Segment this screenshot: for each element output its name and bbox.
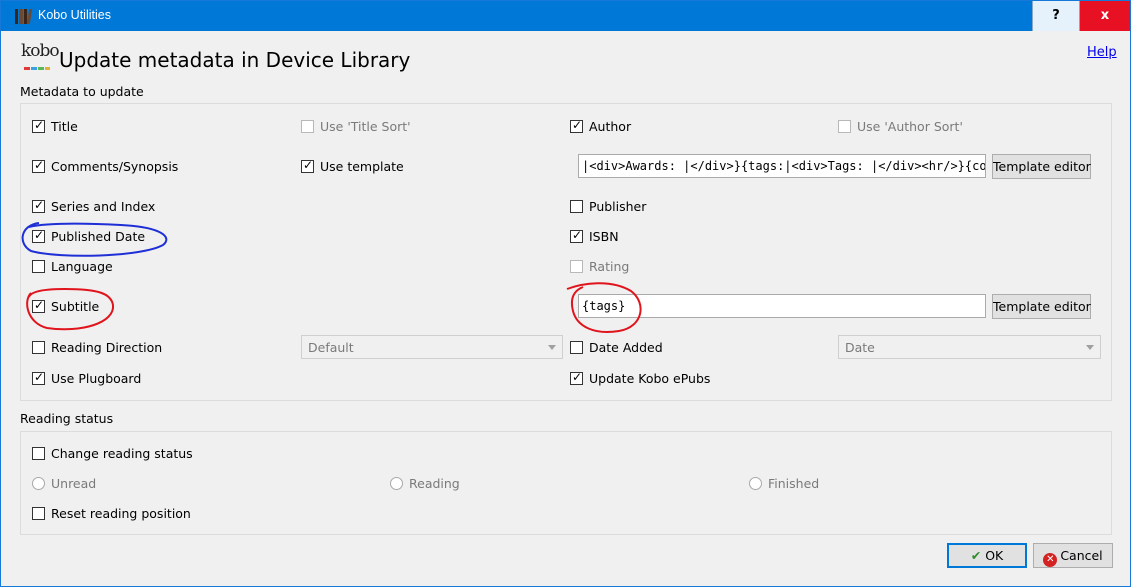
use-title-sort-checkbox[interactable]: Use 'Title Sort' (301, 118, 411, 134)
checkbox-box[interactable] (32, 446, 45, 460)
subtitle-checkbox[interactable]: Subtitle (32, 298, 99, 314)
change-reading-status-checkbox[interactable]: Change reading status (32, 445, 193, 461)
kobo-logo: kobo (21, 41, 60, 75)
dialog-window: Kobo Utilities ? x kobo Update metadata … (0, 0, 1131, 587)
help-link[interactable]: Help (1087, 45, 1117, 60)
update-kobo-epubs-checkbox[interactable]: Update Kobo ePubs (570, 370, 710, 386)
help-title-button[interactable]: ? (1032, 1, 1079, 31)
close-button[interactable]: x (1079, 1, 1130, 31)
kobo-logo-text: kobo (21, 41, 60, 61)
use-author-sort-checkbox[interactable]: Use 'Author Sort' (838, 118, 963, 134)
comments-checkbox[interactable]: Comments/Synopsis (32, 158, 178, 174)
title-checkbox[interactable]: Title (32, 118, 78, 134)
checkbox-box[interactable] (838, 119, 851, 133)
checkbox-box[interactable] (570, 199, 583, 213)
unread-radio[interactable]: Unread (32, 475, 96, 491)
window-title: Kobo Utilities (38, 8, 111, 22)
checkmark-icon: ✔ (970, 548, 982, 563)
reading-status-section-label: Reading status (20, 411, 114, 426)
date-added-checkbox[interactable]: Date Added (570, 339, 663, 355)
cancel-button[interactable]: ✕ Cancel (1033, 543, 1113, 568)
books-app-icon (15, 9, 33, 24)
published-date-checkbox[interactable]: Published Date (32, 228, 145, 244)
template-editor-button-1[interactable]: Template editor (992, 154, 1091, 179)
reading-direction-checkbox[interactable]: Reading Direction (32, 339, 162, 355)
chevron-down-icon (548, 345, 556, 350)
checkbox-box[interactable] (32, 259, 45, 273)
page-title: Update metadata in Device Library (59, 48, 411, 72)
isbn-checkbox[interactable]: ISBN (570, 228, 619, 244)
checkbox-box[interactable] (32, 158, 45, 173)
chevron-down-icon (1086, 345, 1094, 350)
template-editor-button-2[interactable]: Template editor (992, 294, 1091, 319)
checkbox-box[interactable] (570, 259, 583, 273)
rating-checkbox[interactable]: Rating (570, 258, 629, 274)
title-bar[interactable]: Kobo Utilities ? x (1, 1, 1130, 31)
checkbox-box[interactable] (301, 158, 314, 173)
author-checkbox[interactable]: Author (570, 118, 631, 134)
comments-template-input[interactable]: |<div>Awards: |</div>}{tags:|<div>Tags: … (578, 154, 986, 178)
reading-direction-select[interactable]: Default (301, 335, 563, 359)
checkbox-box[interactable] (32, 228, 45, 243)
ok-button[interactable]: ✔ OK (947, 543, 1027, 568)
book-icon (24, 65, 50, 73)
series-checkbox[interactable]: Series and Index (32, 198, 155, 214)
language-checkbox[interactable]: Language (32, 258, 113, 274)
cancel-icon: ✕ (1043, 553, 1058, 567)
metadata-section-label: Metadata to update (20, 84, 144, 99)
checkbox-box[interactable] (301, 119, 314, 133)
use-template-checkbox[interactable]: Use template (301, 158, 404, 174)
checkbox-box[interactable] (32, 506, 45, 520)
use-plugboard-checkbox[interactable]: Use Plugboard (32, 370, 141, 386)
checkbox-box[interactable] (570, 118, 583, 133)
publisher-checkbox[interactable]: Publisher (570, 198, 646, 214)
finished-radio[interactable]: Finished (749, 475, 819, 491)
reset-reading-position-checkbox[interactable]: Reset reading position (32, 505, 191, 521)
checkbox-box[interactable] (570, 340, 583, 354)
checkbox-box[interactable] (32, 198, 45, 213)
checkbox-box[interactable] (570, 228, 583, 243)
checkbox-box[interactable] (32, 340, 45, 354)
checkbox-box[interactable] (32, 370, 45, 385)
checkbox-box[interactable] (570, 370, 583, 385)
checkbox-box[interactable] (32, 298, 45, 313)
date-added-select[interactable]: Date (838, 335, 1101, 359)
subtitle-template-input[interactable]: {tags} (578, 294, 986, 318)
reading-radio[interactable]: Reading (390, 475, 460, 491)
checkbox-box[interactable] (32, 118, 45, 133)
